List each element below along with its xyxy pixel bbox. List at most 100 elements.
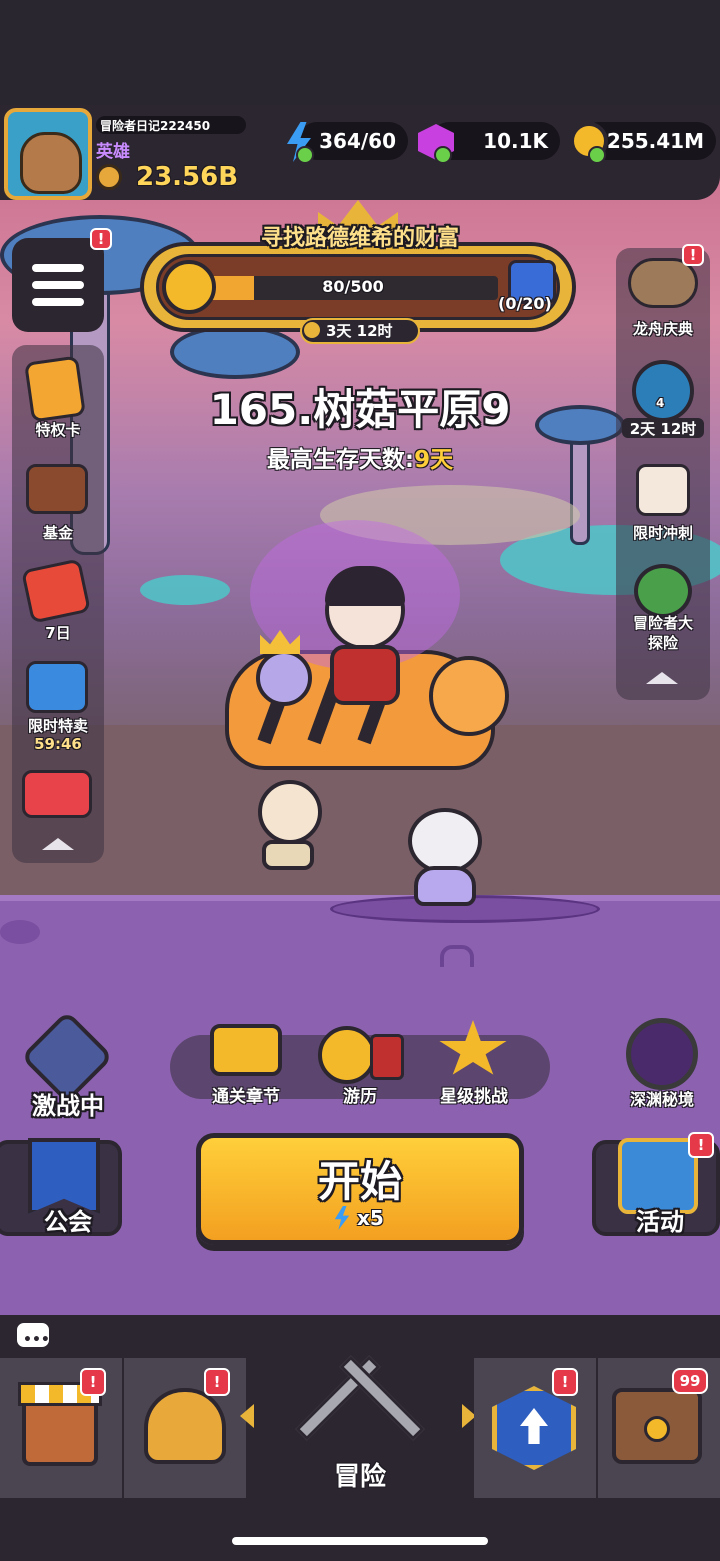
travel-compass-icon: [318, 1026, 376, 1084]
add-energy-icon[interactable]: [296, 146, 314, 164]
gift-box-icon: [22, 770, 92, 818]
hero-rider-head: [325, 566, 405, 650]
seven-day-button[interactable]: 7日: [14, 558, 102, 648]
add-gem-icon[interactable]: [434, 146, 452, 164]
event-chest-count: (0/20): [498, 294, 552, 313]
tiger-head: [429, 656, 509, 736]
pool-left: [140, 575, 230, 605]
fox-girl-body: [262, 840, 314, 870]
mountain-icon: [632, 360, 694, 422]
helmet-icon: [144, 1388, 226, 1464]
survival-label: 最高生存天数:: [266, 447, 415, 473]
grass-tuft: [440, 945, 474, 967]
seven-day-label: 7日: [45, 624, 71, 642]
energy-value: 364/60: [319, 129, 396, 153]
event-coin-icon: [162, 260, 216, 314]
survival-value: 9天: [414, 447, 454, 473]
event-timer: 3天 12时: [326, 322, 393, 340]
home-indicator: [232, 1537, 488, 1545]
limited-sale-button[interactable]: 限时特卖 59:46: [14, 655, 102, 755]
fund-label: 基金: [42, 524, 73, 542]
chat-button[interactable]: •••: [14, 1320, 52, 1350]
fund-icon: [26, 464, 88, 514]
menu-icon: [32, 264, 84, 272]
mountain-timer: 2天 12时: [629, 420, 697, 438]
chapter-button[interactable]: 通关章节: [200, 1020, 292, 1116]
ground-spot: [0, 920, 40, 944]
travel-label: 游历: [343, 1087, 377, 1107]
privilege-card-icon: [24, 355, 86, 423]
gold-value: 255.41M: [606, 129, 704, 153]
upgrade-alert-badge: !: [552, 1368, 578, 1396]
dragon-boat-label: 龙舟庆典: [632, 320, 693, 338]
travel-book-icon: [370, 1034, 404, 1080]
keyhole-icon: [644, 1416, 670, 1442]
seven-day-icon: [21, 558, 91, 624]
dragon-boat-alert-badge: !: [682, 244, 704, 266]
shop-alert-badge: !: [80, 1368, 106, 1396]
star-challenge-icon: [439, 1020, 507, 1075]
collapse-right-panel-icon[interactable]: [646, 672, 678, 684]
hero-alert-badge: !: [204, 1368, 230, 1396]
collapse-left-panel-icon[interactable]: [42, 838, 74, 850]
abyss-portal-icon: [626, 1018, 698, 1090]
chat-icon: •••: [23, 1332, 50, 1348]
ice-princess-hero: [408, 808, 482, 874]
nav-left-arrow-icon: [240, 1404, 254, 1428]
adventure-explore-button[interactable]: 冒险者大 探险: [616, 560, 710, 670]
crossed-swords-icon: [295, 1355, 381, 1441]
chest-count-badge: 99: [672, 1368, 708, 1394]
capybara-avatar-icon: [20, 132, 82, 194]
limited-sale-timer: 59:46: [34, 735, 82, 753]
player-name: 冒险者日记222450: [100, 119, 211, 133]
gift-button[interactable]: [14, 760, 102, 820]
power-value: 23.56B: [136, 162, 239, 192]
guild-label: 公会: [44, 1208, 92, 1236]
fund-button[interactable]: 基金: [14, 458, 102, 548]
activity-alert-badge: !: [688, 1132, 714, 1158]
sale-icon: [26, 661, 88, 713]
travel-button[interactable]: 游历: [312, 1020, 408, 1116]
energy-counter[interactable]: 364/60: [298, 122, 408, 160]
nav-adventure-label: 冒险: [333, 1462, 386, 1492]
limited-sale-label: 限时特卖: [27, 717, 88, 735]
start-cost: x5: [357, 1206, 384, 1230]
calendar-icon: [636, 464, 690, 516]
adventure-explore-label-line2: 探险: [647, 634, 678, 652]
compass-icon: [634, 564, 692, 618]
event-title: 寻找路德维希的财富: [260, 226, 459, 251]
stage-title: 165.树菇平原9: [209, 385, 511, 434]
mountain-event-button[interactable]: 4 2天 12时: [616, 352, 710, 442]
timer-icon: [304, 322, 320, 338]
battle-mode-button[interactable]: 激战中: [20, 1010, 116, 1120]
start-label: 开始: [317, 1157, 402, 1206]
mountain-level: 4: [656, 396, 665, 410]
star-challenge-button[interactable]: 星级挑战: [424, 1020, 524, 1116]
privilege-card-button[interactable]: 特权卡: [14, 355, 102, 445]
fox-girl-hero: [258, 780, 322, 844]
player-rank: 英雄: [96, 142, 130, 162]
adventure-explore-label: 冒险者大: [632, 614, 693, 632]
star-challenge-label: 星级挑战: [440, 1087, 508, 1107]
player-avatar[interactable]: [4, 108, 92, 200]
abyss-button[interactable]: 深渊秘境: [612, 1012, 712, 1116]
survival-record: 最高生存天数:9天: [210, 440, 510, 474]
guild-button[interactable]: 公会: [0, 1138, 122, 1236]
crowned-spirit-pet: [256, 650, 312, 706]
hero-rider-body: [330, 645, 400, 705]
privilege-card-label: 特权卡: [35, 421, 81, 439]
ice-princess-body: [414, 866, 476, 906]
menu-alert-badge: !: [90, 228, 112, 250]
nav-adventure-tab[interactable]: 冒险: [240, 1340, 476, 1500]
limited-sprint-button[interactable]: 限时冲刺: [616, 458, 710, 548]
main-menu-button[interactable]: [12, 238, 104, 332]
activity-label: 活动: [636, 1208, 684, 1236]
chapter-label: 通关章节: [212, 1087, 280, 1107]
event-progress-text: 80/500: [322, 277, 384, 296]
abyss-label: 深渊秘境: [629, 1090, 694, 1109]
battle-mode-label: 激战中: [32, 1092, 104, 1120]
energy-cost-icon: [334, 1206, 350, 1230]
start-button[interactable]: 开始 x5: [196, 1133, 524, 1245]
gem-value: 10.1K: [483, 129, 548, 153]
add-gold-icon[interactable]: [588, 146, 606, 164]
